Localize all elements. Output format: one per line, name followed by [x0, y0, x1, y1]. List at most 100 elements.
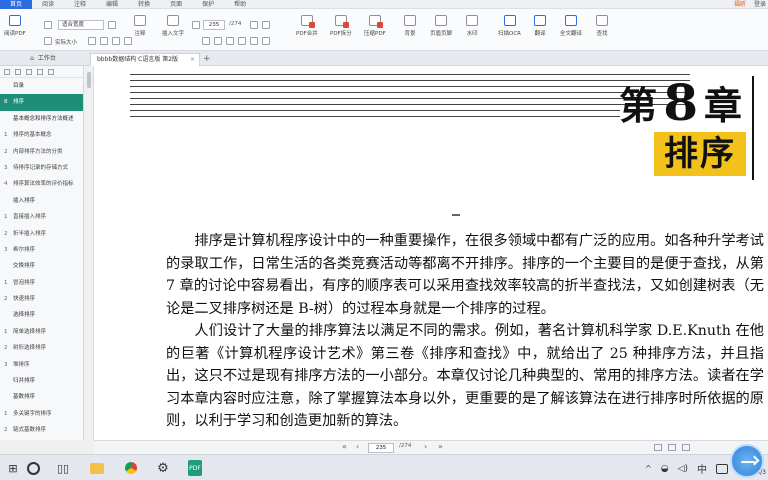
- menu-home[interactable]: 首页: [0, 0, 33, 9]
- insert-text-button[interactable]: 插入文字: [162, 15, 184, 37]
- rotate-left-icon[interactable]: [202, 37, 210, 45]
- fit-width-icon[interactable]: [100, 37, 108, 45]
- menu-convert[interactable]: 转换: [128, 0, 160, 9]
- last-page-icon[interactable]: [262, 21, 270, 29]
- expand-all-icon[interactable]: [4, 68, 10, 75]
- pdf-split-button[interactable]: PDF拆分: [330, 15, 352, 37]
- sidebar-item[interactable]: 1 简单选择排序: [0, 324, 83, 340]
- network-icon[interactable]: ◒: [661, 464, 669, 474]
- fit-page-icon[interactable]: [88, 37, 96, 45]
- sidebar-item[interactable]: 4 排序算法效率的评价指标: [0, 176, 83, 192]
- prev-page-icon[interactable]: [192, 21, 200, 29]
- zoom-out-icon[interactable]: [44, 21, 52, 29]
- sidebar-item[interactable]: 1 直接插入排序: [0, 209, 83, 225]
- sidebar-item[interactable]: 1 多关键字的排序: [0, 406, 83, 422]
- menu-read[interactable]: 阅读: [32, 0, 64, 9]
- find-button[interactable]: 查找: [596, 15, 608, 37]
- document-tab[interactable]: bbbb数据结构 C语言版 第2版 ×: [90, 53, 200, 66]
- show-hidden-icon[interactable]: ^: [645, 464, 652, 473]
- scroll-view-icon[interactable]: [682, 444, 690, 451]
- settings-gear-icon[interactable]: ⚙: [156, 461, 170, 476]
- scrollbar-thumb[interactable]: [87, 72, 91, 88]
- back-icon[interactable]: [238, 37, 246, 45]
- zoom-in-icon[interactable]: [108, 21, 116, 29]
- background-button[interactable]: 背景: [404, 15, 416, 37]
- sidebar-item[interactable]: 选择排序: [0, 307, 83, 323]
- forward-icon[interactable]: [250, 37, 258, 45]
- pdf-merge-button[interactable]: PDF合并: [296, 15, 318, 37]
- sidebar-item[interactable]: 1 排序的基本概念: [0, 127, 83, 143]
- zoom-select[interactable]: 适合宽度: [58, 20, 104, 30]
- find-icon: [596, 15, 608, 26]
- sidebar-item[interactable]: 2 内部排序方法的分类: [0, 144, 83, 160]
- read-pdf-button[interactable]: 阅读PDF: [4, 15, 26, 37]
- view-mode-icon[interactable]: [262, 37, 270, 45]
- menu-help[interactable]: 帮助: [224, 0, 256, 9]
- pdf-app-icon[interactable]: PDF: [188, 460, 202, 476]
- compress-pdf-button[interactable]: 压缩PDF: [364, 15, 386, 37]
- sidebar-item[interactable]: 交换排序: [0, 258, 83, 274]
- windows-start-icon[interactable]: ⊞: [6, 461, 20, 475]
- close-panel-icon[interactable]: [48, 68, 54, 75]
- page-number-input[interactable]: 235: [203, 20, 225, 30]
- comment-button[interactable]: 注释: [134, 15, 146, 37]
- floating-assistant-button[interactable]: [730, 444, 764, 478]
- rotate-right-icon[interactable]: [214, 37, 222, 45]
- sidebar-item[interactable]: 基本概念和排序方法概述: [0, 111, 83, 127]
- browser-icon[interactable]: [124, 461, 138, 475]
- notification-icon[interactable]: [716, 463, 728, 474]
- add-bookmark-icon[interactable]: [26, 68, 32, 75]
- sidebar-item[interactable]: 目录: [0, 78, 83, 94]
- sidebar-item[interactable]: 3 希尔排序: [0, 242, 83, 258]
- prev-page-icon[interactable]: ‹: [356, 442, 359, 451]
- comment-icon: [134, 15, 146, 26]
- single-page-icon[interactable]: [112, 37, 120, 45]
- double-view-icon[interactable]: [668, 444, 676, 451]
- sidebar-item[interactable]: 插入排序: [0, 193, 83, 209]
- volume-icon[interactable]: ◁): [678, 464, 688, 474]
- workbench-tab[interactable]: ⌂ 工作台: [30, 53, 56, 65]
- next-page-icon[interactable]: [250, 21, 258, 29]
- login-button[interactable]: 登录: [754, 0, 766, 9]
- first-page-icon[interactable]: «: [342, 442, 347, 451]
- header-footer-button[interactable]: 页眉页脚: [430, 15, 452, 37]
- delete-bookmark-icon[interactable]: [37, 68, 43, 75]
- menu-page[interactable]: 页面: [160, 0, 192, 9]
- status-page-input[interactable]: 235: [368, 443, 394, 453]
- sidebar-item[interactable]: 3 堆排序: [0, 357, 83, 373]
- new-tab-button[interactable]: +: [203, 53, 211, 65]
- sidebar-item[interactable]: 2 快速排序: [0, 291, 83, 307]
- single-view-icon[interactable]: [654, 444, 662, 451]
- sidebar-item[interactable]: 归并排序: [0, 373, 83, 389]
- full-translate-button[interactable]: 全文翻译: [560, 15, 582, 37]
- translate-button[interactable]: 翻译: [534, 15, 546, 37]
- sidebar-item[interactable]: 2 折半插入排序: [0, 226, 83, 242]
- page-total-label: /274: [229, 21, 242, 27]
- first-page-icon[interactable]: [226, 37, 234, 45]
- file-explorer-icon[interactable]: [90, 463, 104, 474]
- sidebar-item[interactable]: 1 冒泡排序: [0, 275, 83, 291]
- search-icon[interactable]: [26, 461, 40, 475]
- sidebar-scrollbar[interactable]: [84, 66, 94, 440]
- last-page-icon[interactable]: »: [438, 442, 443, 451]
- next-page-icon[interactable]: ›: [424, 442, 427, 451]
- sidebar-item[interactable]: 基数排序: [0, 389, 83, 405]
- actual-size-button[interactable]: 实际大小: [55, 38, 77, 46]
- ime-indicator[interactable]: 中: [697, 461, 707, 476]
- sidebar-item[interactable]: 3 待排序记录的存储方式: [0, 160, 83, 176]
- sidebar-item-selected[interactable]: 8 排序: [0, 94, 83, 111]
- menu-protect[interactable]: 保护: [192, 0, 224, 9]
- menu-edit[interactable]: 编辑: [96, 0, 128, 9]
- double-page-icon[interactable]: [124, 37, 132, 45]
- watermark-button[interactable]: 水印: [466, 15, 478, 37]
- sidebar-item[interactable]: 2 链式基数排序: [0, 422, 83, 438]
- menu-comment[interactable]: 注释: [64, 0, 96, 9]
- sidebar-toolbar: [0, 66, 83, 78]
- actual-size-icon[interactable]: [44, 37, 52, 45]
- sidebar-item[interactable]: 2 树形选择排序: [0, 340, 83, 356]
- close-icon[interactable]: ×: [190, 54, 195, 66]
- bookmark-sidebar: 目录 8 排序 基本概念和排序方法概述 1 排序的基本概念 2 内部排序方法的分类 3…: [0, 66, 84, 440]
- ocr-button[interactable]: 扫描OCR: [498, 15, 521, 37]
- task-view-icon[interactable]: ▯▯: [56, 461, 70, 475]
- collapse-all-icon[interactable]: [15, 68, 21, 75]
